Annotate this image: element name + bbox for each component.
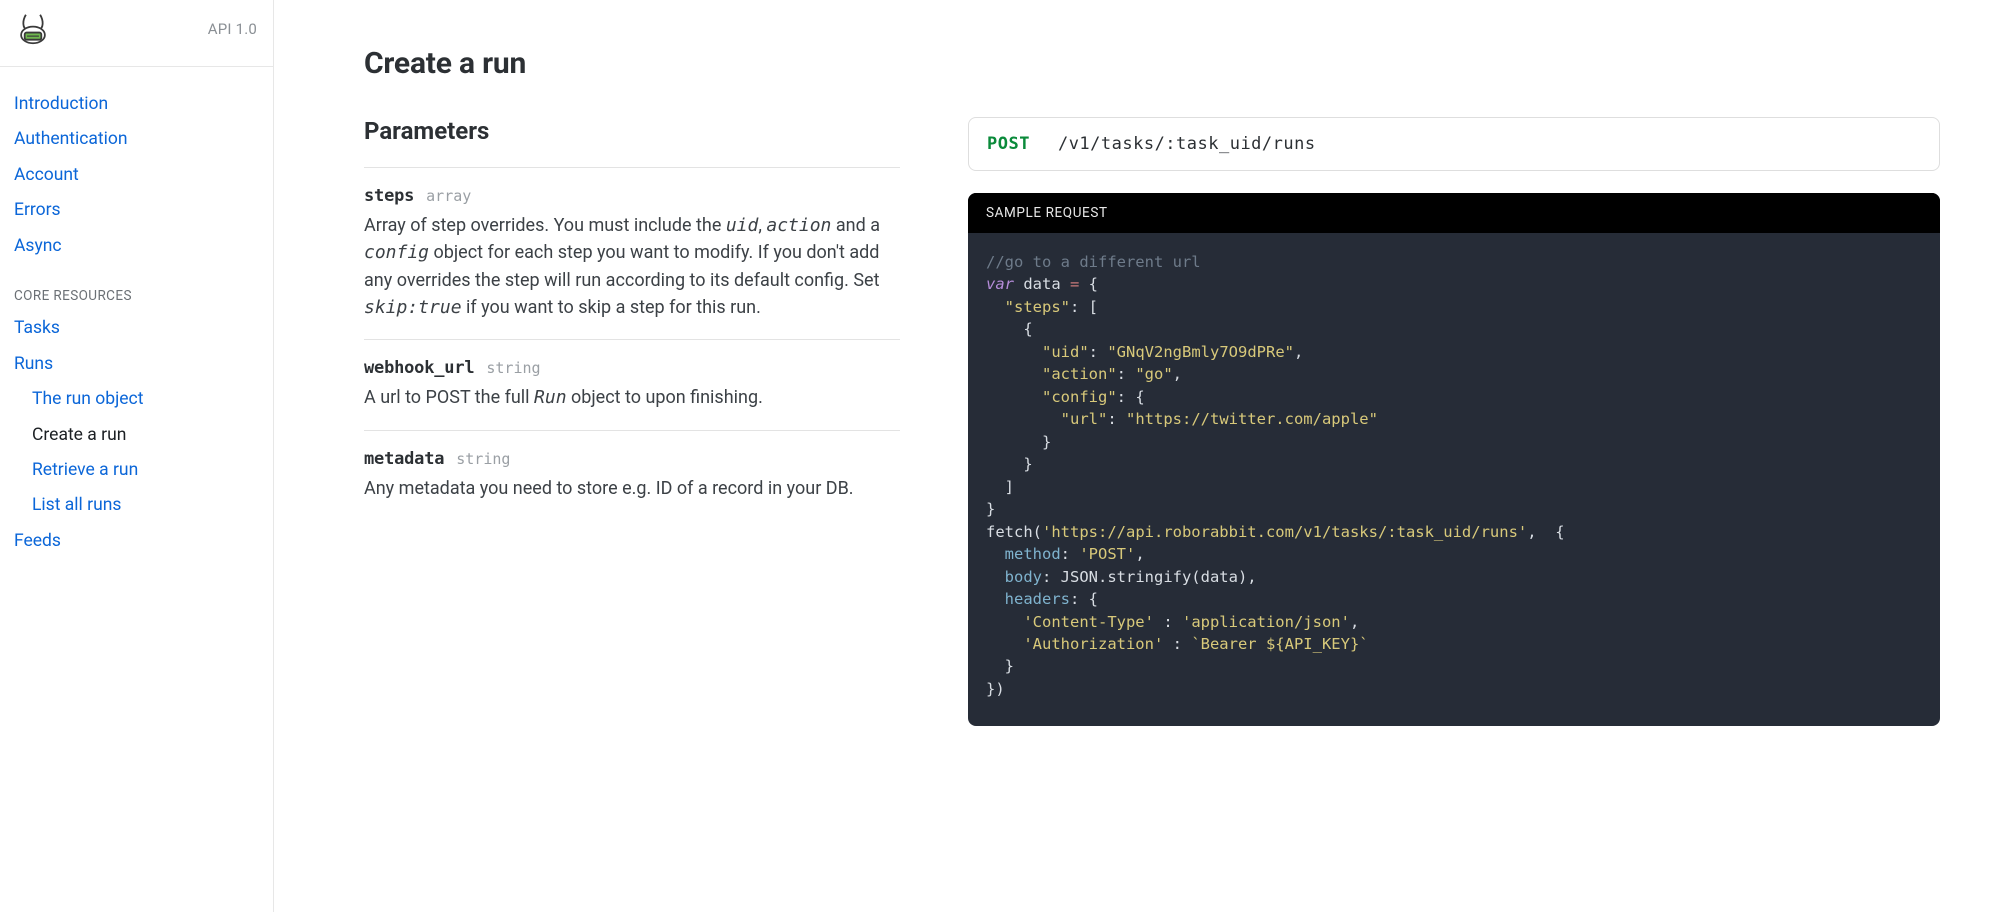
logo-rabbit-icon bbox=[14, 10, 52, 48]
sidebar-item-run-object[interactable]: The run object bbox=[0, 382, 273, 417]
param-type: array bbox=[426, 187, 471, 205]
sidebar-header: API 1.0 bbox=[0, 0, 273, 67]
sidebar-item-errors[interactable]: Errors bbox=[0, 193, 273, 228]
inline-code: skip:true bbox=[364, 297, 462, 318]
parameters-column: Parameters steps array Array of step ove… bbox=[364, 117, 900, 520]
param-name: webhook_url bbox=[364, 358, 474, 378]
api-version: API 1.0 bbox=[208, 20, 257, 38]
sample-request-panel: SAMPLE REQUEST //go to a different url v… bbox=[968, 193, 1940, 726]
http-method: POST bbox=[987, 134, 1030, 154]
inline-code: action bbox=[766, 215, 831, 236]
sidebar-section-core-resources: CORE RESOURCES bbox=[0, 282, 273, 312]
sidebar-item-async[interactable]: Async bbox=[0, 229, 273, 264]
endpoint-box: POST /v1/tasks/:task_uid/runs bbox=[968, 117, 1940, 171]
sidebar: API 1.0 Introduction Authentication Acco… bbox=[0, 0, 274, 912]
param-name: steps bbox=[364, 186, 414, 206]
param-metadata: metadata string Any metadata you need to… bbox=[364, 431, 900, 520]
param-description: Any metadata you need to store e.g. ID o… bbox=[364, 475, 900, 502]
sidebar-item-introduction[interactable]: Introduction bbox=[0, 87, 273, 122]
sidebar-item-feeds[interactable]: Feeds bbox=[0, 524, 273, 559]
sidebar-item-authentication[interactable]: Authentication bbox=[0, 122, 273, 157]
main-content: Create a run Parameters steps array Arra… bbox=[274, 0, 2000, 912]
param-description: Array of step overrides. You must includ… bbox=[364, 212, 900, 321]
parameter-list: steps array Array of step overrides. You… bbox=[364, 167, 900, 520]
param-type: string bbox=[456, 450, 510, 468]
sidebar-item-runs[interactable]: Runs bbox=[0, 347, 273, 382]
code-panel-header: SAMPLE REQUEST bbox=[968, 193, 1940, 233]
endpoint-path: /v1/tasks/:task_uid/runs bbox=[1058, 134, 1316, 154]
param-steps: steps array Array of step overrides. You… bbox=[364, 168, 900, 340]
sidebar-item-create-run[interactable]: Create a run bbox=[0, 418, 273, 453]
parameters-heading: Parameters bbox=[364, 117, 900, 145]
sidebar-item-list-runs[interactable]: List all runs bbox=[0, 488, 273, 523]
sample-request-code: //go to a different url var data = { "st… bbox=[968, 233, 1940, 726]
param-name: metadata bbox=[364, 449, 444, 469]
param-webhook-url: webhook_url string A url to POST the ful… bbox=[364, 340, 900, 430]
param-type: string bbox=[486, 359, 540, 377]
inline-code: uid bbox=[726, 215, 759, 236]
inline-code: config bbox=[364, 242, 429, 263]
sidebar-item-account[interactable]: Account bbox=[0, 158, 273, 193]
sidebar-item-tasks[interactable]: Tasks bbox=[0, 311, 273, 346]
example-column: POST /v1/tasks/:task_uid/runs SAMPLE REQ… bbox=[968, 117, 1940, 726]
inline-code: Run bbox=[534, 387, 567, 408]
sidebar-nav: Introduction Authentication Account Erro… bbox=[0, 67, 273, 589]
sidebar-item-retrieve-run[interactable]: Retrieve a run bbox=[0, 453, 273, 488]
param-description: A url to POST the full Run object to upo… bbox=[364, 384, 900, 411]
page-title: Create a run bbox=[364, 46, 1940, 81]
